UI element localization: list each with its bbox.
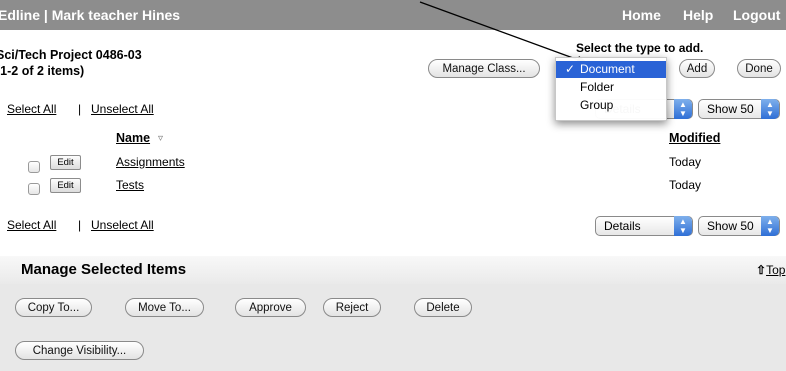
- view-select-value: Details: [604, 219, 641, 233]
- done-button[interactable]: Done: [737, 59, 781, 78]
- copy-to-button[interactable]: Copy To...: [15, 298, 92, 317]
- nav-logout-link[interactable]: Logout: [733, 7, 780, 23]
- show-count-value: Show 50: [707, 102, 754, 116]
- page-title: Sci/Tech Project 0486-03: [0, 48, 142, 62]
- row-checkbox[interactable]: [28, 183, 40, 195]
- nav-help-link[interactable]: Help: [683, 7, 713, 23]
- triangle-down-icon: ▿: [158, 133, 164, 144]
- manage-section-header: Manage Selected Items ⇧Top: [0, 256, 786, 284]
- up-down-arrows-icon: ▲ ▼: [761, 216, 779, 236]
- view-select-bottom[interactable]: Details ▲ ▼: [595, 216, 693, 236]
- manage-class-button[interactable]: Manage Class...: [428, 59, 540, 78]
- link-separator: |: [78, 102, 82, 116]
- top-link[interactable]: ⇧Top: [756, 263, 785, 277]
- unselect-all-link-top[interactable]: Unselect All: [91, 102, 154, 116]
- app-brand: Edline | Mark teacher Hines: [0, 7, 181, 23]
- show-count-value: Show 50: [707, 219, 754, 233]
- modified-column-header[interactable]: Modified: [669, 131, 720, 145]
- check-icon: ✓: [565, 62, 576, 76]
- edit-button[interactable]: Edit: [50, 178, 81, 193]
- add-type-prompt: Select the type to add.: [576, 41, 704, 55]
- delete-button[interactable]: Delete: [414, 298, 472, 317]
- change-visibility-button[interactable]: Change Visibility...: [15, 341, 144, 360]
- reject-button[interactable]: Reject: [323, 298, 381, 317]
- modified-value: Today: [669, 155, 702, 169]
- move-to-button[interactable]: Move To...: [125, 298, 204, 317]
- up-down-arrows-icon: ▲ ▼: [674, 216, 692, 236]
- add-button[interactable]: Add: [679, 59, 715, 78]
- top-link-label: Top: [766, 263, 786, 277]
- menu-item-label: Folder: [580, 80, 615, 94]
- up-down-arrows-icon: ▲ ▼: [761, 99, 779, 119]
- edit-button[interactable]: Edit: [50, 155, 81, 170]
- item-link[interactable]: Assignments: [116, 155, 185, 169]
- name-column-header[interactable]: Name: [116, 131, 150, 145]
- add-type-dropdown-menu[interactable]: ✓ Document Folder Group: [555, 57, 667, 121]
- approve-button[interactable]: Approve: [235, 298, 306, 317]
- select-all-link-top[interactable]: Select All: [7, 102, 56, 116]
- item-count: (1-2 of 2 items): [0, 64, 85, 78]
- select-all-link-bottom[interactable]: Select All: [7, 218, 56, 232]
- manage-section-title: Manage Selected Items: [21, 261, 187, 278]
- item-link[interactable]: Tests: [116, 178, 144, 192]
- show-count-select-bottom[interactable]: Show 50 ▲ ▼: [698, 216, 780, 236]
- menu-item-label: Document: [580, 62, 635, 76]
- up-arrow-icon: ⇧: [756, 263, 767, 277]
- show-count-select-top[interactable]: Show 50 ▲ ▼: [698, 99, 780, 119]
- row-checkbox[interactable]: [28, 161, 40, 173]
- nav-home-link[interactable]: Home: [622, 7, 661, 23]
- menu-item-document[interactable]: ✓ Document: [556, 61, 666, 78]
- menu-item-folder[interactable]: Folder: [556, 79, 666, 96]
- menu-item-group[interactable]: Group: [556, 97, 666, 114]
- unselect-all-link-bottom[interactable]: Unselect All: [91, 218, 154, 232]
- modified-value: Today: [669, 178, 702, 192]
- link-separator: |: [78, 218, 82, 232]
- up-down-arrows-icon: ▲ ▼: [674, 99, 692, 119]
- menu-item-label: Group: [580, 98, 614, 112]
